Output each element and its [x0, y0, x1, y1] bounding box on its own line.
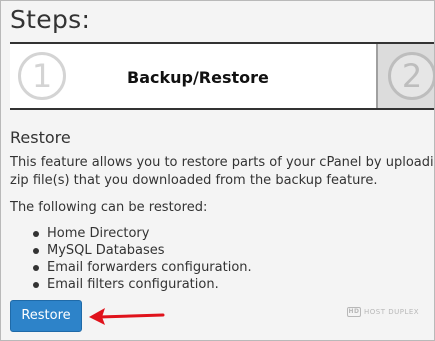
step-2: 2 [376, 44, 434, 108]
list-item: MySQL Databases [33, 242, 252, 259]
section-heading: Restore [10, 128, 71, 147]
step-1: 1 Backup/Restore [10, 44, 376, 108]
description-line-2: zip file(s) that you downloaded from the… [10, 173, 378, 188]
list-item: Email forwarders configuration. [33, 259, 252, 276]
watermark-text: HOST DUPLEX [364, 308, 420, 316]
list-item: Email filters configuration. [33, 276, 252, 293]
step-number-1: 1 [18, 52, 66, 100]
window-frame: Steps: 1 Backup/Restore 2 Restore This f… [0, 0, 435, 341]
restore-button[interactable]: Restore [10, 300, 82, 332]
list-item: Home Directory [33, 225, 252, 242]
list-intro: The following can be restored: [10, 200, 208, 215]
restorable-items-list: Home Directory MySQL Databases Email for… [33, 225, 252, 293]
steps-bar: 1 Backup/Restore 2 [10, 42, 434, 110]
step-number-2: 2 [388, 52, 434, 100]
page-title: Steps: [10, 5, 91, 34]
arrow-left-icon [89, 308, 165, 325]
watermark-logo-icon: HD [347, 307, 361, 317]
watermark: HD HOST DUPLEX [347, 307, 419, 317]
description-line-1: This feature allows you to restore parts… [10, 155, 435, 170]
step-label-1: Backup/Restore [127, 68, 269, 87]
